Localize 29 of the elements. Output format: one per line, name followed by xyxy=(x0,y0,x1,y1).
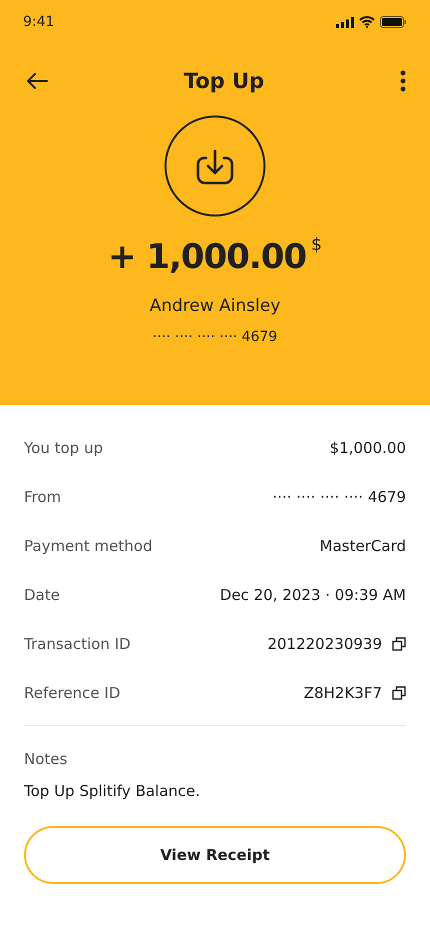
view-receipt-button[interactable]: View Receipt xyxy=(24,826,406,884)
card-number: ···· ···· ···· ···· 4679 xyxy=(152,329,278,345)
detail-value: ···· ···· ···· ···· 4679 xyxy=(272,488,406,506)
detail-label: From xyxy=(24,488,62,506)
currency-symbol: $ xyxy=(311,235,322,255)
detail-value: 201220230939 xyxy=(267,634,382,652)
back-button[interactable] xyxy=(26,73,48,89)
detail-value: $1,000.00 xyxy=(330,438,406,456)
amount: + 1,000.00 xyxy=(108,237,306,277)
copy-icon[interactable] xyxy=(392,636,406,650)
wifi-icon xyxy=(359,16,375,28)
signal-icon xyxy=(336,16,354,28)
notes-text: Top Up Splitify Balance. xyxy=(24,782,202,800)
detail-value: MasterCard xyxy=(320,536,406,554)
download-icon xyxy=(164,115,266,217)
detail-value: Dec 20, 2023 · 09:39 AM xyxy=(220,586,406,604)
account-name: Andrew Ainsley xyxy=(150,296,280,316)
more-options-button[interactable] xyxy=(400,70,406,92)
notes-label: Notes xyxy=(24,750,68,768)
status-time: 9:41 xyxy=(23,14,54,30)
detail-label: Transaction ID xyxy=(24,634,131,652)
detail-value: Z8H2K3F7 xyxy=(304,684,382,702)
detail-label: You top up xyxy=(24,438,103,456)
detail-label: Reference ID xyxy=(24,684,120,702)
screen-title: Top Up xyxy=(184,69,264,93)
detail-label: Date xyxy=(24,586,60,604)
detail-label: Payment method xyxy=(24,536,152,554)
copy-icon[interactable] xyxy=(392,686,406,700)
battery-icon xyxy=(380,16,406,28)
